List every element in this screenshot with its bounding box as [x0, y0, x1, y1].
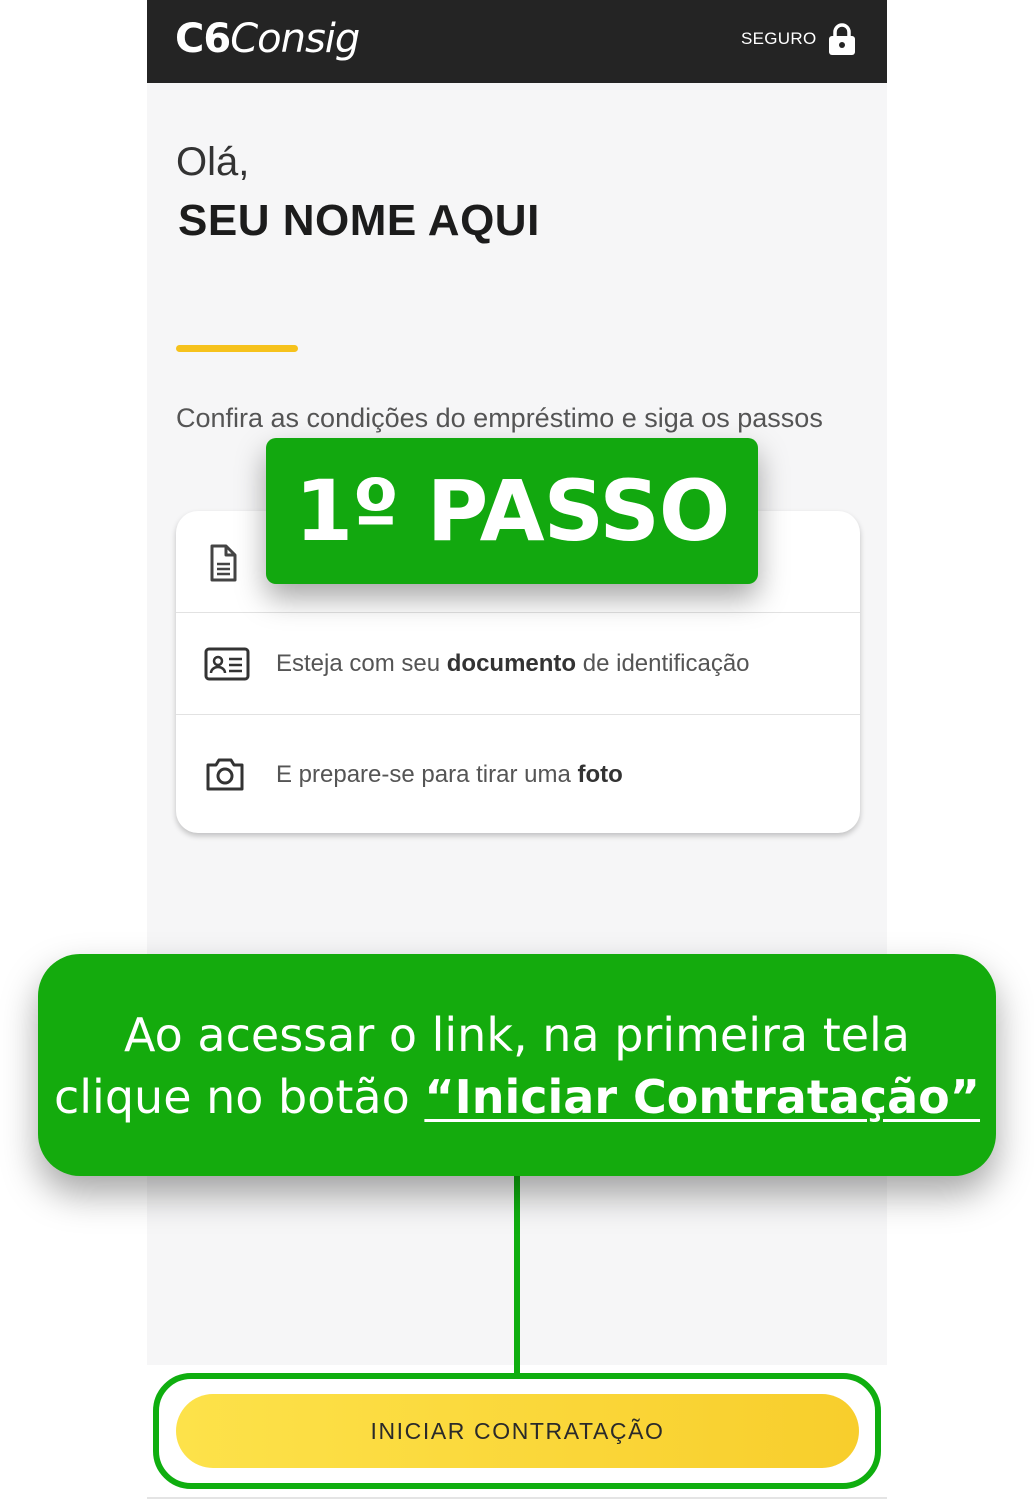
logo-product: Consig: [230, 16, 360, 62]
secure-label: SEGURO: [741, 29, 817, 48]
callout-line-2: clique no botão “Iniciar Contratação”: [53, 1070, 981, 1124]
accent-divider: [176, 345, 298, 352]
top-bar: C6Consig SEGURO: [147, 0, 887, 83]
callout-line-1: Ao acessar o link, na primeira tela: [124, 1008, 910, 1062]
id-card-icon: [204, 647, 250, 681]
step-row-label: E prepare-se para tirar uma foto: [276, 761, 623, 788]
greeting-hello: Olá,: [176, 140, 250, 184]
step-row-label: Esteja com seu documento de identificaçã…: [276, 650, 750, 677]
document-icon: [210, 544, 237, 582]
step-badge: 1º PASSO: [266, 438, 758, 584]
user-name: SEU NOME AQUI: [178, 196, 540, 245]
lock-icon: [829, 23, 855, 55]
logo-c6: C6: [175, 16, 231, 62]
start-contract-button[interactable]: INICIAR CONTRATAÇÃO: [176, 1394, 859, 1468]
step-row-id: Esteja com seu documento de identificaçã…: [176, 613, 860, 715]
instruction-callout: Ao acessar o link, na primeira tela cliq…: [38, 954, 996, 1176]
footer-divider: [147, 1497, 887, 1499]
intro-text: Confira as condições do empréstimo e sig…: [176, 403, 823, 433]
camera-icon: [206, 758, 244, 791]
step-row-photo: E prepare-se para tirar uma foto: [176, 715, 860, 833]
brand-logo: C6Consig: [175, 16, 360, 62]
callout-highlight: “Iniciar Contratação”: [424, 1070, 981, 1124]
callout-connector: [514, 1176, 520, 1374]
